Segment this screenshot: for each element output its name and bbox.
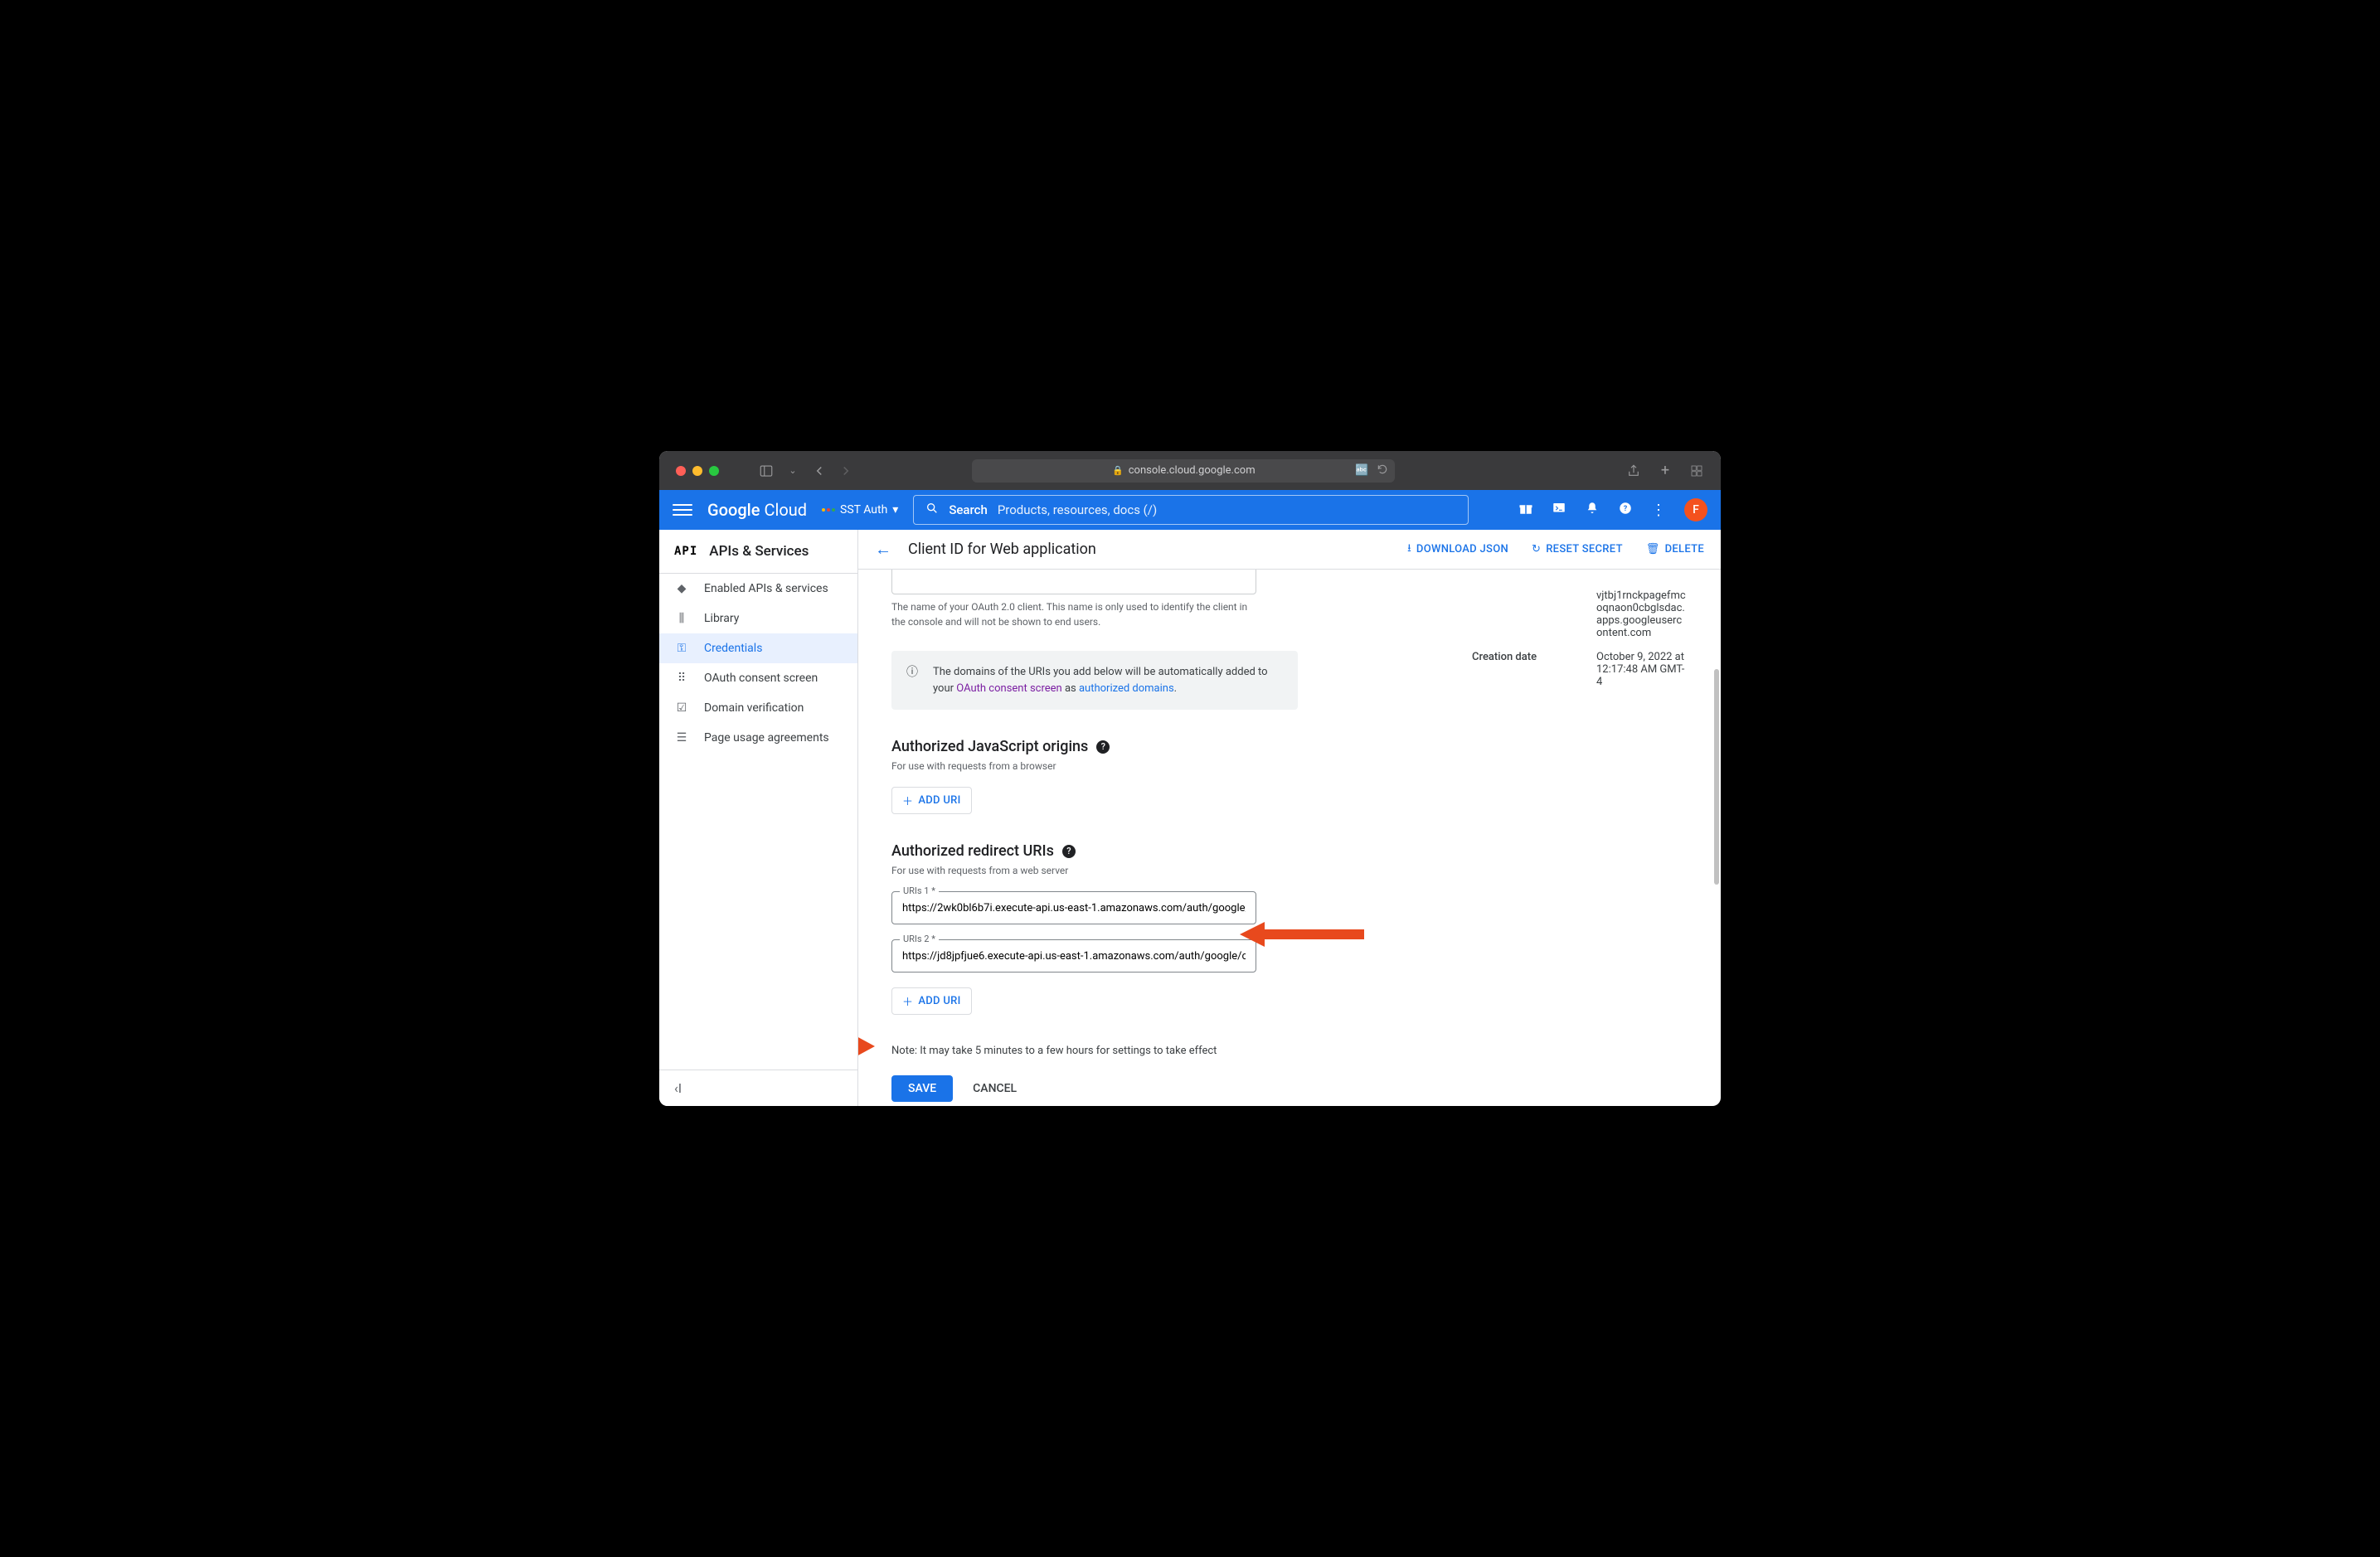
uri-2-input[interactable] [891,939,1256,973]
url-text: console.cloud.google.com [1129,464,1256,477]
reload-icon[interactable] [1377,463,1388,478]
download-icon: ⭳ [1407,541,1411,559]
client-name-helper: The name of your OAuth 2.0 client. This … [891,599,1256,629]
cancel-button[interactable]: CANCEL [973,1082,1017,1095]
save-button[interactable]: SAVE [891,1075,953,1102]
refresh-icon: ↻ [1532,543,1541,555]
minimize-window-icon[interactable] [692,466,702,476]
js-origins-title: Authorized JavaScript origins [891,738,1088,755]
sidebar-item-domain-verification[interactable]: ☑Domain verification [659,693,857,723]
info-box: ⓘ The domains of the URIs you add below … [891,651,1298,710]
search-label: Search [949,502,988,517]
page-header: ← Client ID for Web application ⭳DOWNLOA… [858,530,1721,570]
sidebar-item-credentials[interactable]: ⚿Credentials [659,633,857,663]
main-area: ← Client ID for Web application ⭳DOWNLOA… [858,530,1721,1106]
tabs-overview-icon[interactable] [1689,463,1704,478]
new-tab-icon[interactable]: + [1658,463,1673,478]
client-id-value: vjtbj1rnckpagefmcoqnaon0cbglsdac.apps.go… [1596,589,1688,639]
authorized-domains-link[interactable]: authorized domains [1079,682,1174,695]
sidebar-item-page-usage[interactable]: ☰Page usage agreements [659,723,857,753]
redirect-uris-section: Authorized redirect URIs? For use with r… [891,842,1298,1015]
uri-2-label: URIs 2 * [900,934,939,944]
help-tooltip-icon[interactable]: ? [1096,740,1110,754]
gcp-logo[interactable]: Google Cloud [707,500,807,520]
sidebar-item-oauth-consent[interactable]: ⠿OAuth consent screen [659,663,857,693]
user-avatar[interactable]: F [1684,498,1707,521]
gift-icon[interactable] [1518,501,1533,519]
traffic-lights [676,466,719,476]
search-placeholder: Products, resources, docs (/) [998,502,1157,517]
redirect-sub: For use with requests from a web server [891,865,1298,876]
oauth-consent-link[interactable]: OAuth consent screen [956,682,1061,695]
sidebar: API APIs & Services ◆Enabled APIs & serv… [659,530,858,1106]
js-origins-section: Authorized JavaScript origins? For use w… [891,738,1298,814]
plus-icon: ＋ [902,993,913,1009]
gcp-topbar: Google Cloud SST Auth ▾ Search Products,… [659,490,1721,530]
metadata-panel: vjtbj1rnckpagefmcoqnaon0cbglsdac.apps.go… [1472,570,1688,1073]
lock-icon: 🔒 [1112,465,1124,476]
macos-titlebar: ⌄ 🔒 console.cloud.google.com 🔤 + [659,451,1721,490]
sidebar-header[interactable]: API APIs & Services [659,530,857,574]
download-json-button[interactable]: ⭳DOWNLOAD JSON [1407,541,1508,559]
sidebar-toggle-icon[interactable] [759,463,774,478]
save-note: Note: It may take 5 minutes to a few hou… [891,1045,1298,1057]
js-origins-sub: For use with requests from a browser [891,760,1298,772]
share-icon[interactable] [1626,463,1641,478]
settings-icon: ☰ [674,731,689,745]
search-bar[interactable]: Search Products, resources, docs (/) [913,495,1469,525]
help-icon[interactable]: ? [1618,501,1633,519]
redirect-title: Authorized redirect URIs [891,842,1054,860]
key-icon: ⚿ [674,642,689,655]
consent-icon: ⠿ [674,672,689,685]
uri-1-label: URIs 1 * [900,885,939,896]
scrollbar[interactable] [1714,669,1719,885]
close-window-icon[interactable] [676,466,686,476]
notifications-icon[interactable] [1585,501,1600,519]
add-js-origin-button[interactable]: ＋ADD URI [891,787,972,814]
sidebar-item-enabled-apis[interactable]: ◆Enabled APIs & services [659,574,857,604]
page-title: Client ID for Web application [908,541,1096,558]
api-badge: API [674,545,697,558]
uri-field-1: URIs 1 * [891,891,1256,924]
nav-menu-icon[interactable] [673,500,692,520]
delete-button[interactable]: 🗑DELETE [1646,541,1704,559]
client-name-input[interactable] [891,570,1256,594]
trash-icon: 🗑 [1646,543,1660,555]
library-icon: ⫼ [674,612,689,625]
uri-1-input[interactable] [891,891,1256,924]
svg-text:?: ? [1624,505,1628,513]
info-icon: ⓘ [906,664,918,696]
search-icon [925,502,939,518]
sidebar-title: APIs & Services [709,543,809,560]
browser-window: ⌄ 🔒 console.cloud.google.com 🔤 + Google … [659,451,1721,1106]
sidebar-collapse[interactable]: ‹I [659,1070,857,1106]
cloud-shell-icon[interactable] [1552,501,1566,519]
more-icon[interactable]: ⋮ [1651,502,1666,519]
forward-icon[interactable] [838,463,853,478]
uri-field-2: URIs 2 * [891,939,1256,973]
back-arrow-icon[interactable]: ← [875,539,891,560]
maximize-window-icon[interactable] [709,466,719,476]
annotation-arrow [858,1026,875,1067]
url-bar[interactable]: 🔒 console.cloud.google.com 🔤 [972,459,1395,483]
reset-secret-button[interactable]: ↻RESET SECRET [1532,541,1623,559]
translate-icon[interactable]: 🔤 [1355,464,1368,477]
plus-icon: ＋ [902,793,913,808]
chevron-down-icon[interactable]: ⌄ [785,463,800,478]
help-tooltip-icon[interactable]: ? [1062,845,1076,858]
creation-date-label: Creation date [1472,651,1563,688]
dashboard-icon: ◆ [674,582,689,595]
add-redirect-uri-button[interactable]: ＋ADD URI [891,987,972,1015]
check-icon: ☑ [674,701,689,715]
annotation-arrow [1240,918,1364,951]
sidebar-item-library[interactable]: ⫼Library [659,604,857,633]
back-icon[interactable] [812,463,827,478]
project-selector[interactable]: SST Auth ▾ [822,503,898,517]
creation-date-value: October 9, 2022 at 12:17:48 AM GMT-4 [1596,651,1688,688]
project-name: SST Auth [840,503,887,517]
dropdown-icon: ▾ [892,503,898,517]
